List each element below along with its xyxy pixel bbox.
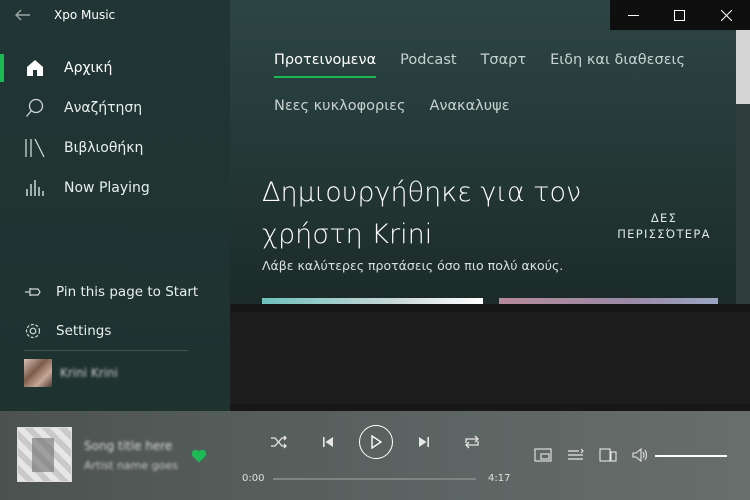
next-icon bbox=[419, 437, 429, 447]
window-controls bbox=[610, 0, 750, 30]
sidebar-item-search[interactable]: Αναζήτηση bbox=[0, 88, 230, 128]
section-title: Δημιουργήθηκε για τον χρήστη Krini bbox=[262, 177, 582, 250]
back-arrow-icon bbox=[15, 9, 30, 21]
volume-button[interactable] bbox=[630, 446, 652, 464]
library-icon bbox=[24, 137, 46, 159]
close-button[interactable] bbox=[703, 0, 750, 30]
sidebar-nav: Αρχική Αναζήτηση Βιβλιοθήκη Now Playing bbox=[0, 48, 230, 208]
sidebar-item-home[interactable]: Αρχική bbox=[0, 48, 230, 88]
heart-icon[interactable] bbox=[191, 448, 207, 464]
repeat-icon bbox=[465, 435, 479, 449]
play-icon bbox=[371, 435, 382, 449]
sidebar-item-label: Αναζήτηση bbox=[64, 100, 143, 116]
tab-discover[interactable]: Ανακαλυψε bbox=[429, 98, 509, 118]
tab-charts[interactable]: Τσαρτ bbox=[481, 52, 527, 72]
speaker-icon bbox=[632, 448, 648, 462]
scrollbar-track[interactable] bbox=[736, 104, 750, 304]
sidebar-item-label: Βιβλιοθήκη bbox=[64, 140, 144, 156]
shuffle-icon bbox=[271, 435, 287, 449]
tab-genres-moods[interactable]: Ειδη και διαθεσεις bbox=[550, 52, 685, 72]
user-name: Krini Krini bbox=[60, 366, 118, 380]
maximize-icon bbox=[674, 9, 686, 21]
settings-label: Settings bbox=[56, 323, 112, 339]
queue-icon bbox=[568, 448, 584, 460]
next-button[interactable] bbox=[413, 431, 435, 453]
pin-icon bbox=[25, 288, 41, 296]
settings-button[interactable]: Settings bbox=[24, 320, 111, 342]
devices-button[interactable] bbox=[597, 446, 619, 464]
user-profile[interactable]: Krini Krini bbox=[24, 358, 118, 388]
search-icon bbox=[24, 97, 46, 119]
progress-bar[interactable] bbox=[273, 478, 476, 480]
maximize-button[interactable] bbox=[657, 0, 704, 30]
album-art[interactable] bbox=[17, 427, 72, 482]
mini-view-button[interactable] bbox=[532, 446, 554, 464]
minimize-button[interactable] bbox=[610, 0, 657, 30]
total-time: 4:17 bbox=[488, 473, 511, 484]
previous-icon bbox=[323, 437, 333, 447]
avatar bbox=[24, 359, 52, 387]
content-panel bbox=[230, 304, 750, 411]
section-subtitle: Λάβε καλύτερες προτάσεις όσο πιο πολύ ακ… bbox=[262, 258, 564, 273]
volume-slider[interactable] bbox=[655, 455, 727, 457]
sidebar-divider bbox=[24, 350, 188, 351]
volume-fill bbox=[655, 455, 727, 457]
see-more-line2: ΠΕΡΙΣΣΌΤΕΡΑ bbox=[617, 227, 711, 241]
play-button[interactable] bbox=[359, 425, 393, 459]
pin-label: Pin this page to Start bbox=[56, 284, 199, 300]
close-icon bbox=[720, 9, 732, 21]
devices-icon bbox=[599, 448, 617, 462]
scrollbar-thumb[interactable] bbox=[736, 30, 750, 104]
track-title[interactable]: Song title here bbox=[84, 439, 172, 453]
title-bar: Xpo Music bbox=[0, 0, 230, 30]
gear-icon bbox=[25, 323, 41, 339]
content-panel-inner bbox=[230, 312, 750, 404]
queue-button[interactable] bbox=[565, 446, 587, 464]
sidebar-item-label: Αρχική bbox=[64, 60, 113, 76]
mini-player-icon bbox=[534, 448, 552, 462]
minimize-icon bbox=[627, 14, 639, 16]
tab-new-releases[interactable]: Νεες κυκλοφοριες bbox=[274, 98, 405, 118]
see-more-line1: ΔΕΣ bbox=[650, 211, 678, 225]
now-playing-icon bbox=[24, 177, 46, 199]
pin-to-start-button[interactable]: Pin this page to Start bbox=[24, 281, 198, 303]
back-button[interactable] bbox=[0, 0, 46, 30]
previous-button[interactable] bbox=[317, 431, 339, 453]
sidebar-item-now-playing[interactable]: Now Playing bbox=[0, 168, 230, 208]
main-content: Προτεινομενα Podcast Τσαρτ Ειδη και διαθ… bbox=[230, 0, 750, 411]
tab-podcast[interactable]: Podcast bbox=[400, 52, 456, 72]
player-bar: Song title here Artist name goes 0:00 4:… bbox=[0, 411, 750, 500]
track-artist[interactable]: Artist name goes bbox=[84, 459, 178, 472]
repeat-button[interactable] bbox=[461, 431, 483, 453]
sidebar-item-library[interactable]: Βιβλιοθήκη bbox=[0, 128, 230, 168]
shuffle-button[interactable] bbox=[268, 431, 290, 453]
tab-recommended[interactable]: Προτεινομενα bbox=[274, 52, 377, 78]
see-more-link[interactable]: ΔΕΣ ΠΕΡΙΣΣΌΤΕΡΑ bbox=[604, 210, 724, 242]
category-tabs: Προτεινομενα Podcast Τσαρτ Ειδη και διαθ… bbox=[274, 52, 734, 118]
home-icon bbox=[24, 57, 46, 79]
app-title: Xpo Music bbox=[54, 8, 116, 22]
sidebar-item-label: Now Playing bbox=[64, 180, 150, 196]
current-time: 0:00 bbox=[242, 473, 265, 484]
sidebar: Xpo Music Αρχική Αναζήτηση Βιβλιοθήκη No… bbox=[0, 0, 230, 411]
